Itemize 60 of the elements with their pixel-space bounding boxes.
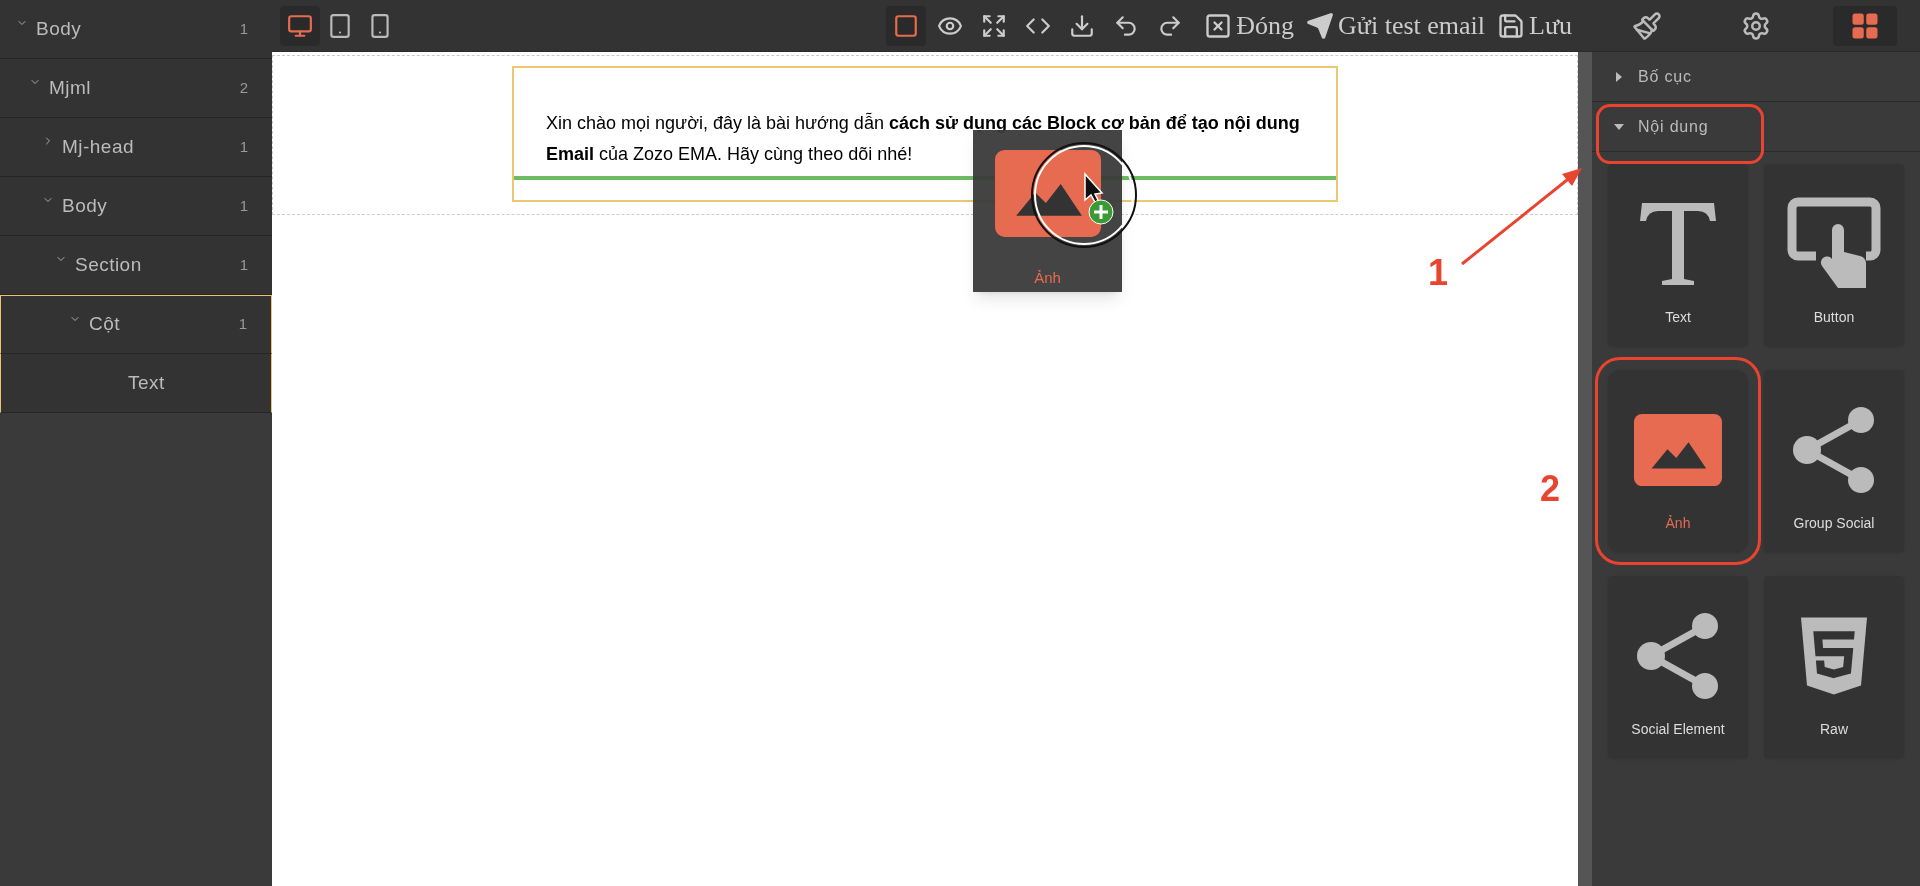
layer-row[interactable]: Cột 1 — [0, 295, 272, 354]
layer-row[interactable]: Body 1 — [0, 0, 272, 59]
send-icon — [1306, 11, 1335, 40]
layer-row[interactable]: Section 1 — [0, 236, 272, 295]
block-tile[interactable]: Ảnh — [1608, 370, 1748, 552]
block-label: Raw — [1820, 720, 1848, 739]
layer-count: 1 — [239, 195, 248, 216]
category-header[interactable]: Bố cục — [1592, 52, 1920, 102]
layer-row[interactable]: Mjml 2 — [0, 59, 272, 118]
brush-icon — [1631, 10, 1662, 41]
settings-icon — [1741, 10, 1771, 41]
ghost-label: Ảnh — [1034, 267, 1061, 288]
block-label: Button — [1813, 308, 1855, 327]
layer-name: Mj-head — [62, 134, 134, 159]
close-icon — [1204, 11, 1233, 40]
layer-name: Text — [127, 370, 165, 395]
step-number: 1 — [1428, 251, 1449, 295]
layer-row[interactable]: Mj-head 1 — [0, 118, 272, 177]
layer-row[interactable]: Text — [0, 354, 272, 413]
action-button[interactable]: Gửi test email — [1306, 6, 1485, 45]
layer-name: Section — [75, 252, 142, 277]
tablet-icon — [327, 12, 353, 39]
image-icon — [1634, 413, 1722, 487]
block-tile[interactable]: Text — [1608, 164, 1748, 346]
desktop-icon — [287, 12, 313, 39]
layer-name: Body — [36, 16, 82, 41]
category-label: Bố cục — [1638, 66, 1692, 87]
caret-down-icon — [1614, 121, 1624, 132]
layer-count: 1 — [239, 254, 248, 275]
block-tile[interactable]: Raw — [1764, 576, 1904, 758]
square-icon — [893, 12, 920, 39]
layer-count: 1 — [238, 314, 247, 335]
block-label: Social Element — [1631, 720, 1725, 739]
download-icon — [1069, 12, 1096, 39]
layer-count: 2 — [239, 77, 248, 98]
save-icon — [1497, 11, 1525, 40]
layer-count: 1 — [239, 18, 248, 39]
caret-right-icon — [1614, 71, 1624, 82]
device-button[interactable] — [280, 5, 320, 46]
block-tile[interactable]: Group Social — [1764, 370, 1904, 552]
expand-icon — [981, 12, 1008, 39]
category-header[interactable]: Nội dung — [1592, 102, 1920, 152]
image-icon — [994, 150, 1101, 237]
block-label: Text — [1665, 308, 1691, 327]
layer-name: Body — [62, 193, 108, 218]
toolbar-button[interactable] — [886, 5, 927, 46]
step-number: 2 — [1540, 467, 1561, 511]
panel-tab[interactable] — [1833, 5, 1898, 46]
action-button[interactable]: Đóng — [1204, 6, 1295, 45]
layer-row[interactable]: Body 1 — [0, 177, 272, 236]
layer-name: Mjml — [49, 75, 91, 100]
layer-name: Cột — [89, 312, 120, 337]
block-tile[interactable]: Social Element — [1608, 576, 1748, 758]
block-label: Group Social — [1793, 514, 1875, 533]
category-label: Nội dung — [1638, 116, 1709, 137]
block-tile[interactable]: Button — [1764, 164, 1904, 346]
action-button[interactable]: Lưu — [1497, 6, 1572, 45]
block-label: Ảnh — [1665, 514, 1691, 533]
email-text: Xin chào mọi người, đây là bài hướng dẫn cách sử dụng các Block cơ bản để tạo nội dung Email của Zozo EMA. Hãy cùng theo dõi nhé! — [546, 111, 1301, 166]
layer-count: 1 — [239, 136, 248, 157]
